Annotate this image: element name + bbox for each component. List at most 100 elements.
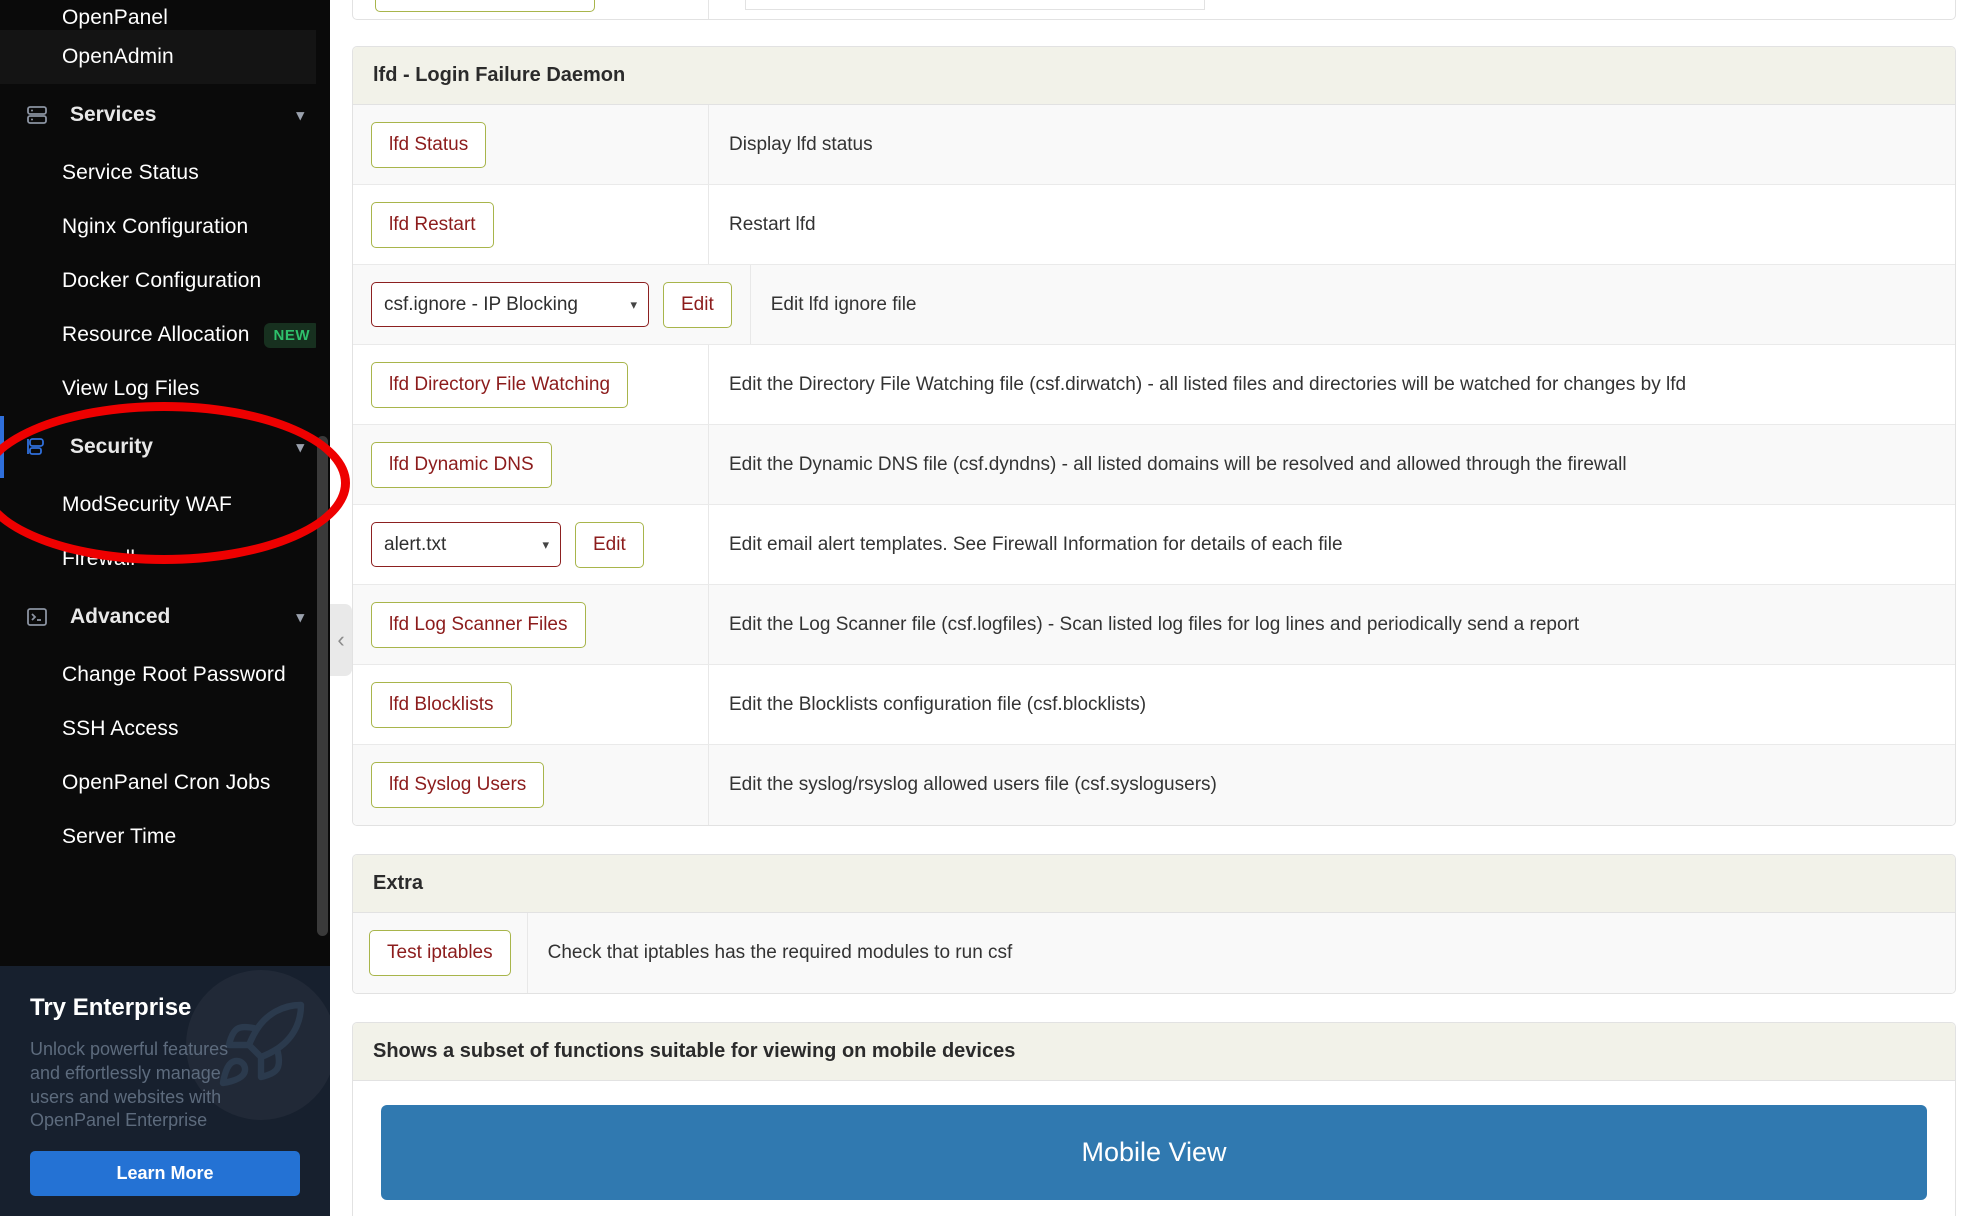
row-action-cell: lfd Dynamic DNS xyxy=(353,425,709,504)
main-content: lfd - Login Failure Daemon lfd Status Di… xyxy=(330,0,1978,1216)
sidebar-collapse-button[interactable]: ‹ xyxy=(330,604,352,676)
sidebar-item-nginx-configuration[interactable]: Nginx Configuration xyxy=(0,200,330,254)
edit-ignore-file-button[interactable]: Edit xyxy=(663,281,732,328)
shield-icon xyxy=(22,432,52,462)
row-action-cell: lfd Restart xyxy=(353,185,709,264)
row-action-cell: Test iptables xyxy=(353,913,528,993)
table-row: lfd Dynamic DNS Edit the Dynamic DNS fil… xyxy=(353,425,1955,505)
table-row: lfd Directory File Watching Edit the Dir… xyxy=(353,345,1955,425)
sidebar-item-docker-configuration[interactable]: Docker Configuration xyxy=(0,254,330,308)
alert-template-select[interactable]: alert.txt xyxy=(371,522,561,567)
enterprise-promo-card: Try Enterprise Unlock powerful features … xyxy=(0,966,330,1216)
alert-template-select-wrap: alert.txt ▾ xyxy=(371,522,561,567)
mobile-panel-title: Shows a subset of functions suitable for… xyxy=(353,1023,1955,1081)
row-action-cell: csf.ignore - IP Blocking ▾ Edit xyxy=(353,265,751,344)
extra-panel: Extra Test iptables Check that iptables … xyxy=(352,854,1956,994)
mobile-view-button[interactable]: Mobile View xyxy=(381,1105,1927,1200)
row-action-cell: alert.txt ▾ Edit xyxy=(353,505,709,584)
sidebar-item-label: Docker Configuration xyxy=(62,269,262,292)
remnant-button xyxy=(375,0,595,12)
sidebar-group-services[interactable]: Services ▾ xyxy=(0,84,330,146)
sidebar-scroll-area: OpenPanel OpenAdmin Services ▾ Service S… xyxy=(0,0,330,966)
row-description: Edit the syslog/rsyslog allowed users fi… xyxy=(729,774,1217,795)
test-iptables-button[interactable]: Test iptables xyxy=(369,930,511,976)
row-description: Edit the Directory File Watching file (c… xyxy=(729,373,1687,395)
sidebar-item-view-log-files[interactable]: View Log Files xyxy=(0,362,330,416)
remnant-select xyxy=(745,0,1205,10)
row-action-cell: lfd Syslog Users xyxy=(353,745,709,825)
table-row: alert.txt ▾ Edit Edit email alert templa… xyxy=(353,505,1955,585)
sidebar-item-label: Resource Allocation xyxy=(62,323,250,346)
sidebar-item-server-time[interactable]: Server Time xyxy=(0,810,330,864)
chevron-down-icon: ▾ xyxy=(296,439,304,456)
sidebar-item-ssh-access[interactable]: SSH Access xyxy=(0,702,330,756)
sidebar-item-label: ModSecurity WAF xyxy=(62,493,232,516)
sidebar-item-openpanel[interactable]: OpenPanel xyxy=(0,0,330,30)
row-description: Edit the Log Scanner file (csf.logfiles)… xyxy=(729,613,1580,635)
sidebar-scrollbar-track[interactable] xyxy=(316,0,330,966)
sidebar-item-label: View Log Files xyxy=(62,377,200,400)
row-description: Edit the Blocklists configuration file (… xyxy=(729,693,1147,715)
sidebar-item-label: OpenPanel Cron Jobs xyxy=(62,771,271,794)
sidebar: OpenPanel OpenAdmin Services ▾ Service S… xyxy=(0,0,330,1216)
row-description: Restart lfd xyxy=(729,213,816,235)
sidebar-item-firewall[interactable]: Firewall xyxy=(0,532,330,586)
new-badge: NEW xyxy=(263,322,321,348)
lfd-blocklists-button[interactable]: lfd Blocklists xyxy=(371,681,512,728)
table-row: lfd Restart Restart lfd xyxy=(353,185,1955,265)
table-row: lfd Log Scanner Files Edit the Log Scann… xyxy=(353,585,1955,665)
sidebar-item-change-root-password[interactable]: Change Root Password xyxy=(0,648,330,702)
lfd-status-button[interactable]: lfd Status xyxy=(371,121,487,168)
row-description: Edit email alert templates. See Firewall… xyxy=(729,533,1343,555)
sidebar-group-security[interactable]: Security ▾ xyxy=(0,416,330,478)
row-action-cell: lfd Blocklists xyxy=(353,665,709,744)
chevron-down-icon: ▾ xyxy=(296,107,304,124)
sidebar-item-label: OpenAdmin xyxy=(62,45,174,68)
sidebar-group-label: Advanced xyxy=(70,605,171,628)
sidebar-item-label: Firewall xyxy=(62,547,136,570)
row-action-cell: lfd Directory File Watching xyxy=(353,345,709,424)
row-action-cell: lfd Log Scanner Files xyxy=(353,585,709,664)
row-description: Check that iptables has the required mod… xyxy=(547,942,1013,963)
lfd-directory-file-watching-button[interactable]: lfd Directory File Watching xyxy=(371,361,629,408)
sidebar-item-service-status[interactable]: Service Status xyxy=(0,146,330,200)
mobile-view-panel: Shows a subset of functions suitable for… xyxy=(352,1022,1956,1216)
lfd-syslog-users-button[interactable]: lfd Syslog Users xyxy=(371,762,545,808)
lfd-log-scanner-files-button[interactable]: lfd Log Scanner Files xyxy=(371,601,586,648)
sidebar-item-openadmin[interactable]: OpenAdmin xyxy=(0,30,330,84)
sidebar-item-label: OpenPanel xyxy=(62,6,168,29)
row-action-cell: lfd Status xyxy=(353,105,709,184)
sidebar-item-label: Server Time xyxy=(62,825,177,848)
lfd-panel-title: lfd - Login Failure Daemon xyxy=(353,47,1955,105)
sidebar-item-label: SSH Access xyxy=(62,717,179,740)
row-description: Display lfd status xyxy=(729,133,873,155)
promo-title: Try Enterprise xyxy=(30,994,192,1021)
sidebar-item-label: Change Root Password xyxy=(62,663,286,686)
extra-panel-title: Extra xyxy=(353,855,1955,913)
table-row: lfd Status Display lfd status xyxy=(353,105,1955,185)
sidebar-item-resource-allocation[interactable]: Resource Allocation NEW xyxy=(0,308,330,362)
sidebar-group-advanced[interactable]: Advanced ▾ xyxy=(0,586,330,648)
row-description: Edit the Dynamic DNS file (csf.dyndns) -… xyxy=(729,453,1627,475)
edit-alert-template-button[interactable]: Edit xyxy=(575,521,644,568)
chevron-down-icon: ▾ xyxy=(296,609,304,626)
sidebar-scrollbar-thumb[interactable] xyxy=(317,436,328,936)
mobile-panel-body: Mobile View xyxy=(353,1081,1955,1216)
lfd-dynamic-dns-button[interactable]: lfd Dynamic DNS xyxy=(371,441,552,488)
sidebar-item-label: Service Status xyxy=(62,161,199,184)
promo-body: Unlock powerful features and effortlessl… xyxy=(30,1039,229,1131)
terminal-icon xyxy=(22,602,52,632)
chevron-left-icon: ‹ xyxy=(337,627,345,652)
learn-more-button[interactable]: Learn More xyxy=(30,1151,300,1196)
table-row: lfd Blocklists Edit the Blocklists confi… xyxy=(353,665,1955,745)
row-description: Edit lfd ignore file xyxy=(770,293,917,315)
remnant-column-divider xyxy=(708,0,709,19)
table-row: Test iptables Check that iptables has th… xyxy=(353,913,1955,993)
sidebar-item-modsecurity-waf[interactable]: ModSecurity WAF xyxy=(0,478,330,532)
csf-ignore-select-wrap: csf.ignore - IP Blocking ▾ xyxy=(371,282,649,327)
lfd-restart-button[interactable]: lfd Restart xyxy=(371,201,494,248)
app-screen: OpenPanel OpenAdmin Services ▾ Service S… xyxy=(0,0,1978,1216)
csf-ignore-select[interactable]: csf.ignore - IP Blocking xyxy=(371,282,649,327)
previous-panel-remnant xyxy=(352,0,1956,20)
sidebar-item-openpanel-cron-jobs[interactable]: OpenPanel Cron Jobs xyxy=(0,756,330,810)
